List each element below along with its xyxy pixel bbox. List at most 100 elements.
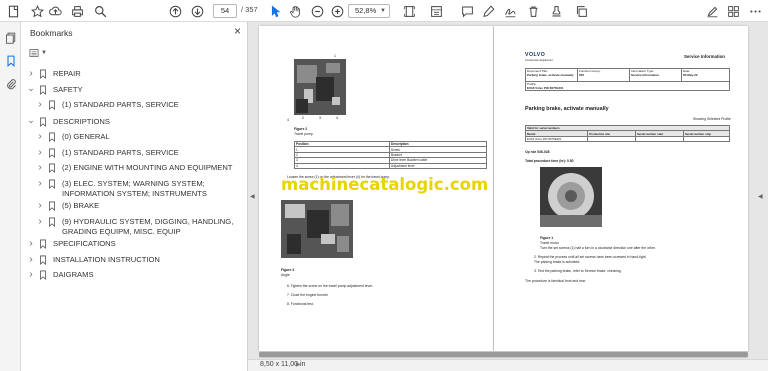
step-item: 2. Repeat the process until all set scre… [534,255,647,259]
table-cell [635,135,684,143]
bookmark-icon [38,69,48,79]
next-page-icon[interactable] [190,3,204,19]
bookmark-label: (2) ENGINE WITH MOUNTING AND EQUIPMENT [62,163,233,172]
zoom-select[interactable]: 52,8% ▼ [348,4,390,18]
chevron-down-icon: ▼ [380,8,386,14]
hand-tool-icon[interactable] [288,3,302,19]
travel-motor-photo [540,167,602,227]
step-item: 7. Close the engine bonnet. [287,293,329,297]
tools-icon[interactable] [726,3,740,19]
fill-sign-icon[interactable] [705,3,719,19]
bookmark-icon [38,239,48,249]
fit-page-icon[interactable] [402,3,416,19]
figure-2-caption: Travel pump [294,132,313,136]
bookmark-item[interactable]: › (0) GENERAL [36,132,241,142]
bookmark-item[interactable]: ⌄ SAFETY [27,84,241,95]
chevron-right-icon[interactable]: › [36,148,44,158]
bookmark-icon [47,217,57,227]
expand-panel-icon[interactable]: ◀ [758,193,763,200]
cloud-upload-icon[interactable] [48,3,62,19]
figure-3-title: Figure 3 [281,268,295,272]
table-row: 4 Adjustment lever [294,162,487,169]
chevron-right-icon[interactable]: › [36,217,44,227]
chevron-right-icon[interactable]: › [36,132,44,142]
bookmark-item[interactable]: › (9) HYDRAULIC SYSTEM, DIGGING, HANDLING… [36,217,241,237]
header-right: Service Information [684,54,725,59]
print-icon[interactable] [70,3,84,19]
bookmark-star-icon[interactable] [30,3,44,19]
table-cell [683,135,730,143]
stamp-icon[interactable] [549,3,563,19]
bookmark-label: (9) HYDRAULIC SYSTEM, DIGGING, HANDLING,… [62,217,234,236]
sign-icon[interactable] [503,3,517,19]
close-icon[interactable]: × [234,25,241,37]
zoom-value: 52,8% [355,6,377,15]
chevron-right-icon[interactable]: › [36,163,44,173]
chevron-down-icon[interactable]: ⌄ [27,116,35,125]
table-cell: 4 [294,162,390,169]
chevron-right-icon[interactable]: › [27,69,35,79]
bookmark-item[interactable]: › REPAIR [27,69,241,79]
step-item: 6. Tighten the screw on the travel pump … [287,284,373,288]
highlight-pen-icon[interactable] [481,3,495,19]
chevron-right-icon[interactable]: ▶ [296,361,301,368]
chevron-down-icon[interactable]: ⌄ [27,84,35,93]
chevron-right-icon[interactable]: › [27,255,35,265]
bookmarks-icon[interactable] [4,54,17,67]
horizontal-scrollbar[interactable] [259,351,748,358]
document-meta-table: Document Title: Parking brake, activate … [525,68,730,91]
navigation-rail [0,22,21,371]
step-item: 8. Functional test. [287,302,314,306]
bookmarks-panel: Bookmarks × ▼ › REPAIR ⌄ SAFETY › (1) STANDAR… [21,22,248,371]
bookmark-item[interactable]: › (3) ELEC. SYSTEM; WARNING SYSTEM; INFOR… [36,179,241,199]
bookmark-item[interactable]: › DAIGRAMS [27,270,241,280]
status-bar: 8,50 x 11,00 in ▶ [248,359,768,371]
bookmark-item[interactable]: › (2) ENGINE WITH MOUNTING AND EQUIPMENT [36,163,241,173]
table-cell: EX18 Volvo PID 8075E401 [525,135,588,143]
volvo-logo-subtitle: Construction Equipment [525,59,553,62]
new-document-icon[interactable] [6,3,20,19]
table-row: Document Title: Parking brake, activate … [525,68,730,82]
scroll-mode-icon[interactable] [429,3,443,19]
bookmark-item[interactable]: › (1) STANDARD PARTS, SERVICE [36,148,241,158]
page-thumbnails-icon[interactable] [4,31,17,44]
previous-page-icon[interactable] [168,3,182,19]
collapse-panel-icon[interactable]: ◀ [250,193,255,200]
bookmark-item[interactable]: ⌄ DESCRIPTIONS [27,116,241,127]
delete-icon[interactable] [526,3,540,19]
select-cursor-icon[interactable] [268,3,282,19]
bookmark-item[interactable]: › (5) BRAKE [36,201,241,211]
page-total: / 357 [241,5,258,14]
bookmark-item[interactable]: › (1) STANDARD PARTS, SERVICE [36,100,241,110]
table-cell [587,135,636,143]
meta-cell: Function Group: 500 [577,68,630,82]
bookmark-label: (5) BRAKE [62,201,100,210]
chevron-right-icon[interactable]: › [36,100,44,110]
chevron-right-icon[interactable]: › [27,270,35,280]
bookmark-label: (3) ELEC. SYSTEM; WARNING SYSTEM; INFORM… [62,179,207,198]
date-value: 05-May-22 [683,73,698,77]
chevron-right-icon[interactable]: › [36,179,44,189]
bookmark-options-button[interactable]: ▼ [29,47,47,59]
more-menu-icon[interactable] [748,3,762,19]
page-number-input[interactable]: 54 [213,4,237,18]
bookmark-icon [38,255,48,265]
angle-photo [281,200,353,258]
scrollbar-thumb[interactable] [259,352,748,357]
search-icon[interactable] [93,3,107,19]
comment-icon[interactable] [460,3,474,19]
watermark-text: machinecatalogic.com [281,175,489,194]
attachments-icon[interactable] [4,77,17,90]
table-row: EX18 Volvo PID 8075E401 [525,135,730,143]
bookmark-icon [47,179,57,189]
chevron-right-icon[interactable]: › [27,239,35,249]
meta-cell: Document Title: Parking brake, activate … [525,68,578,82]
zoom-in-icon[interactable] [330,3,344,19]
showing-profile-text: Showing Selected Profile [693,117,731,121]
chevron-right-icon[interactable]: › [36,201,44,211]
zoom-out-icon[interactable] [310,3,324,19]
bookmark-icon [38,117,48,127]
bookmark-item[interactable]: › INSTALLATION INSTRUCTION [27,255,241,265]
copy-icon[interactable] [574,3,588,19]
bookmark-item[interactable]: › SPECIFICATIONS [27,239,241,249]
